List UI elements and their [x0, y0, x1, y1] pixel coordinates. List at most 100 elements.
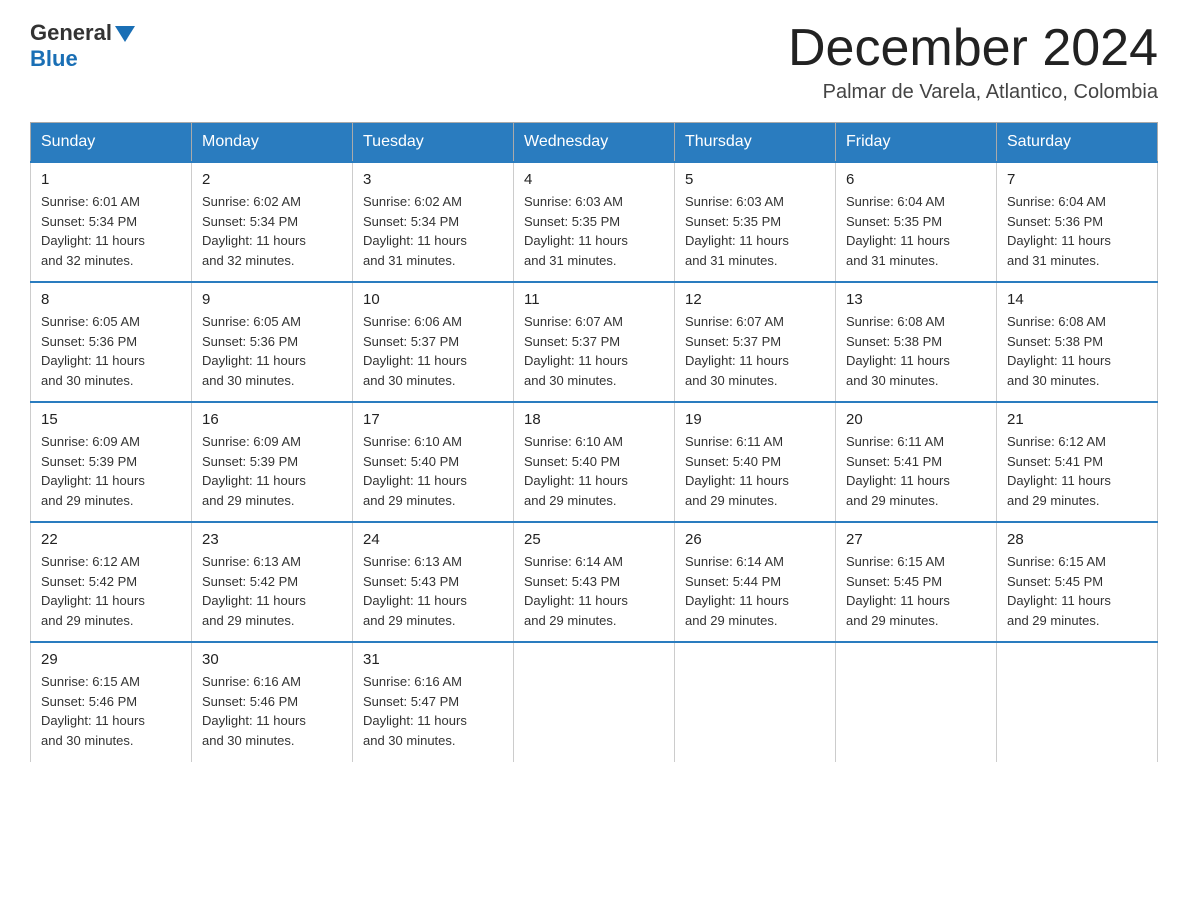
calendar-day-cell: 27 Sunrise: 6:15 AMSunset: 5:45 PMDayligh… — [836, 522, 997, 642]
calendar-day-cell: 17 Sunrise: 6:10 AMSunset: 5:40 PMDayligh… — [353, 402, 514, 522]
day-number: 28 — [1007, 531, 1147, 548]
calendar-day-cell: 7 Sunrise: 6:04 AMSunset: 5:36 PMDaylight… — [997, 162, 1158, 282]
day-number: 26 — [685, 531, 825, 548]
day-info: Sunrise: 6:08 AMSunset: 5:38 PMDaylight:… — [846, 312, 986, 390]
logo-general-text: General — [30, 20, 112, 46]
page-header: General Blue December 2024 Palmar de Var… — [30, 20, 1158, 104]
calendar-week-row: 29 Sunrise: 6:15 AMSunset: 5:46 PMDayligh… — [31, 642, 1158, 762]
logo: General Blue — [30, 20, 135, 72]
day-info: Sunrise: 6:12 AMSunset: 5:42 PMDaylight:… — [41, 552, 181, 630]
calendar-header-friday: Friday — [836, 123, 997, 163]
day-info: Sunrise: 6:11 AMSunset: 5:40 PMDaylight:… — [685, 432, 825, 510]
day-info: Sunrise: 6:09 AMSunset: 5:39 PMDaylight:… — [202, 432, 342, 510]
day-number: 30 — [202, 651, 342, 668]
day-number: 6 — [846, 171, 986, 188]
day-number: 2 — [202, 171, 342, 188]
day-info: Sunrise: 6:04 AMSunset: 5:35 PMDaylight:… — [846, 192, 986, 270]
day-info: Sunrise: 6:07 AMSunset: 5:37 PMDaylight:… — [524, 312, 664, 390]
day-number: 7 — [1007, 171, 1147, 188]
logo-blue-text: Blue — [30, 46, 78, 72]
day-number: 25 — [524, 531, 664, 548]
location-subtitle: Palmar de Varela, Atlantico, Colombia — [788, 81, 1158, 104]
day-number: 23 — [202, 531, 342, 548]
calendar-day-cell: 23 Sunrise: 6:13 AMSunset: 5:42 PMDayligh… — [192, 522, 353, 642]
day-number: 18 — [524, 411, 664, 428]
day-info: Sunrise: 6:11 AMSunset: 5:41 PMDaylight:… — [846, 432, 986, 510]
day-info: Sunrise: 6:03 AMSunset: 5:35 PMDaylight:… — [524, 192, 664, 270]
day-number: 21 — [1007, 411, 1147, 428]
calendar-day-cell: 20 Sunrise: 6:11 AMSunset: 5:41 PMDayligh… — [836, 402, 997, 522]
calendar-day-cell: 18Sunrise: 6:10 AMSunset: 5:40 PMDayligh… — [514, 402, 675, 522]
day-info: Sunrise: 6:15 AMSunset: 5:45 PMDaylight:… — [1007, 552, 1147, 630]
month-title: December 2024 — [788, 20, 1158, 77]
calendar-table: SundayMondayTuesdayWednesdayThursdayFrid… — [30, 122, 1158, 762]
calendar-day-cell: 26Sunrise: 6:14 AMSunset: 5:44 PMDayligh… — [675, 522, 836, 642]
day-info: Sunrise: 6:07 AMSunset: 5:37 PMDaylight:… — [685, 312, 825, 390]
calendar-day-cell: 1Sunrise: 6:01 AMSunset: 5:34 PMDaylight… — [31, 162, 192, 282]
calendar-header-row: SundayMondayTuesdayWednesdayThursdayFrid… — [31, 123, 1158, 163]
day-number: 19 — [685, 411, 825, 428]
day-info: Sunrise: 6:10 AMSunset: 5:40 PMDaylight:… — [363, 432, 503, 510]
calendar-day-cell: 21 Sunrise: 6:12 AMSunset: 5:41 PMDayligh… — [997, 402, 1158, 522]
day-number: 5 — [685, 171, 825, 188]
day-number: 20 — [846, 411, 986, 428]
day-info: Sunrise: 6:03 AMSunset: 5:35 PMDaylight:… — [685, 192, 825, 270]
calendar-day-cell: 12 Sunrise: 6:07 AMSunset: 5:37 PMDayligh… — [675, 282, 836, 402]
day-info: Sunrise: 6:08 AMSunset: 5:38 PMDaylight:… — [1007, 312, 1147, 390]
day-number: 10 — [363, 291, 503, 308]
calendar-day-cell: 22 Sunrise: 6:12 AMSunset: 5:42 PMDayligh… — [31, 522, 192, 642]
calendar-day-cell: 15 Sunrise: 6:09 AMSunset: 5:39 PMDayligh… — [31, 402, 192, 522]
calendar-day-cell — [514, 642, 675, 762]
calendar-week-row: 1Sunrise: 6:01 AMSunset: 5:34 PMDaylight… — [31, 162, 1158, 282]
calendar-day-cell: 10 Sunrise: 6:06 AMSunset: 5:37 PMDayligh… — [353, 282, 514, 402]
day-number: 17 — [363, 411, 503, 428]
day-info: Sunrise: 6:01 AMSunset: 5:34 PMDaylight:… — [41, 192, 181, 270]
day-info: Sunrise: 6:06 AMSunset: 5:37 PMDaylight:… — [363, 312, 503, 390]
day-info: Sunrise: 6:14 AMSunset: 5:43 PMDaylight:… — [524, 552, 664, 630]
day-number: 3 — [363, 171, 503, 188]
day-info: Sunrise: 6:15 AMSunset: 5:46 PMDaylight:… — [41, 672, 181, 750]
day-number: 31 — [363, 651, 503, 668]
calendar-day-cell: 11 Sunrise: 6:07 AMSunset: 5:37 PMDayligh… — [514, 282, 675, 402]
day-info: Sunrise: 6:15 AMSunset: 5:45 PMDaylight:… — [846, 552, 986, 630]
calendar-header-monday: Monday — [192, 123, 353, 163]
calendar-day-cell — [997, 642, 1158, 762]
calendar-day-cell: 4Sunrise: 6:03 AMSunset: 5:35 PMDaylight… — [514, 162, 675, 282]
title-block: December 2024 Palmar de Varela, Atlantic… — [788, 20, 1158, 104]
calendar-header-sunday: Sunday — [31, 123, 192, 163]
calendar-header-saturday: Saturday — [997, 123, 1158, 163]
day-info: Sunrise: 6:13 AMSunset: 5:42 PMDaylight:… — [202, 552, 342, 630]
day-info: Sunrise: 6:12 AMSunset: 5:41 PMDaylight:… — [1007, 432, 1147, 510]
day-number: 15 — [41, 411, 181, 428]
day-info: Sunrise: 6:02 AMSunset: 5:34 PMDaylight:… — [363, 192, 503, 270]
calendar-header-tuesday: Tuesday — [353, 123, 514, 163]
day-info: Sunrise: 6:05 AMSunset: 5:36 PMDaylight:… — [41, 312, 181, 390]
calendar-day-cell: 24 Sunrise: 6:13 AMSunset: 5:43 PMDayligh… — [353, 522, 514, 642]
day-number: 27 — [846, 531, 986, 548]
day-number: 16 — [202, 411, 342, 428]
calendar-day-cell: 13Sunrise: 6:08 AMSunset: 5:38 PMDayligh… — [836, 282, 997, 402]
calendar-week-row: 8Sunrise: 6:05 AMSunset: 5:36 PMDaylight… — [31, 282, 1158, 402]
calendar-day-cell: 5 Sunrise: 6:03 AMSunset: 5:35 PMDaylight… — [675, 162, 836, 282]
day-number: 22 — [41, 531, 181, 548]
day-info: Sunrise: 6:16 AMSunset: 5:47 PMDaylight:… — [363, 672, 503, 750]
day-number: 11 — [524, 291, 664, 308]
calendar-day-cell: 19 Sunrise: 6:11 AMSunset: 5:40 PMDayligh… — [675, 402, 836, 522]
day-number: 24 — [363, 531, 503, 548]
day-info: Sunrise: 6:05 AMSunset: 5:36 PMDaylight:… — [202, 312, 342, 390]
calendar-day-cell: 30Sunrise: 6:16 AMSunset: 5:46 PMDayligh… — [192, 642, 353, 762]
calendar-day-cell: 16 Sunrise: 6:09 AMSunset: 5:39 PMDayligh… — [192, 402, 353, 522]
day-info: Sunrise: 6:09 AMSunset: 5:39 PMDaylight:… — [41, 432, 181, 510]
calendar-header-thursday: Thursday — [675, 123, 836, 163]
day-number: 29 — [41, 651, 181, 668]
calendar-day-cell: 3 Sunrise: 6:02 AMSunset: 5:34 PMDaylight… — [353, 162, 514, 282]
calendar-day-cell — [675, 642, 836, 762]
calendar-day-cell: 31 Sunrise: 6:16 AMSunset: 5:47 PMDayligh… — [353, 642, 514, 762]
calendar-day-cell: 14Sunrise: 6:08 AMSunset: 5:38 PMDayligh… — [997, 282, 1158, 402]
day-number: 12 — [685, 291, 825, 308]
calendar-week-row: 22 Sunrise: 6:12 AMSunset: 5:42 PMDayligh… — [31, 522, 1158, 642]
day-info: Sunrise: 6:04 AMSunset: 5:36 PMDaylight:… — [1007, 192, 1147, 270]
day-info: Sunrise: 6:13 AMSunset: 5:43 PMDaylight:… — [363, 552, 503, 630]
logo-triangle-icon — [115, 26, 135, 42]
calendar-week-row: 15 Sunrise: 6:09 AMSunset: 5:39 PMDayligh… — [31, 402, 1158, 522]
